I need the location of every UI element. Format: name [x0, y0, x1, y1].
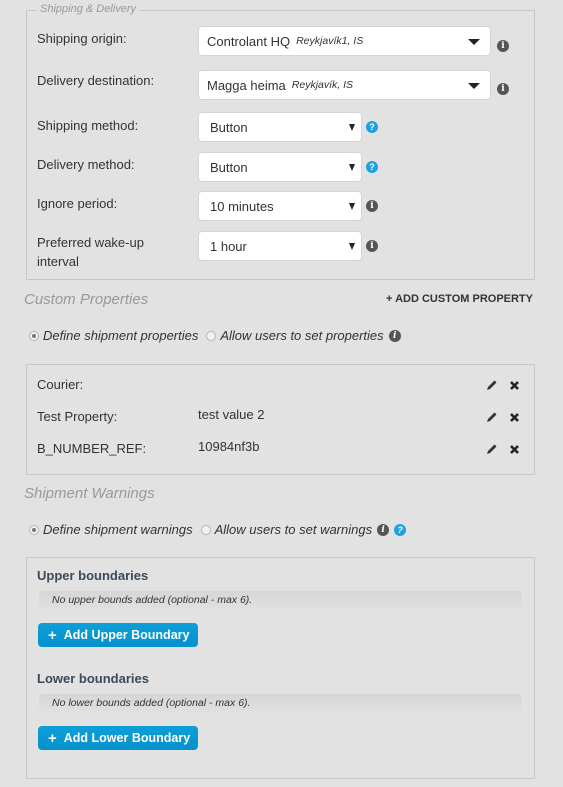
- pencil-icon[interactable]: [486, 379, 498, 391]
- define-properties-label[interactable]: Define shipment properties: [43, 328, 198, 343]
- chevron-down-icon: [349, 164, 355, 171]
- plus-icon: +: [48, 626, 57, 644]
- wakeup-interval-select[interactable]: 1 hour: [198, 231, 362, 261]
- allow-warnings-label[interactable]: Allow users to set warnings: [215, 522, 373, 537]
- info-icon[interactable]: i: [377, 523, 390, 536]
- chevron-down-icon: [349, 124, 355, 131]
- add-lower-boundary-button[interactable]: + Add Lower Boundary: [38, 726, 198, 750]
- delivery-destination-label: Delivery destination:: [37, 73, 155, 88]
- property-value: 10984nf3b: [198, 439, 260, 454]
- shipping-origin-select[interactable]: Controlant HQ Reykjavík1, IS: [198, 26, 491, 56]
- chevron-down-icon: [349, 203, 355, 210]
- info-icon[interactable]: i: [366, 200, 378, 212]
- delete-icon[interactable]: [509, 380, 520, 391]
- info-icon[interactable]: i: [497, 83, 509, 95]
- help-icon[interactable]: ?: [366, 161, 378, 173]
- delivery-destination-location: Reykjavík, IS: [291, 79, 354, 91]
- custom-properties-radio-group: Define shipment properties Allow users t…: [29, 328, 401, 343]
- shipment-warnings-title: Shipment Warnings: [24, 485, 155, 502]
- property-key: Courier:: [37, 377, 84, 392]
- upper-boundaries-title: Upper boundaries: [37, 568, 149, 583]
- allow-properties-label[interactable]: Allow users to set properties: [220, 328, 383, 343]
- allow-warnings-radio[interactable]: [200, 524, 211, 535]
- add-lower-boundary-label: Add Lower Boundary: [63, 731, 191, 745]
- property-key: Test Property:: [37, 409, 118, 424]
- shipping-method-select[interactable]: Button: [198, 112, 362, 142]
- define-warnings-label[interactable]: Define shipment warnings: [43, 522, 193, 537]
- shipping-delivery-legend: Shipping & Delivery: [37, 3, 139, 15]
- property-value: test value 2: [198, 407, 265, 422]
- shipping-origin-label: Shipping origin:: [37, 31, 127, 46]
- chevron-down-icon: [349, 243, 355, 250]
- lower-boundaries-title: Lower boundaries: [37, 671, 149, 686]
- lower-boundaries-empty: No lower bounds added (optional - max 6)…: [39, 694, 522, 712]
- help-icon[interactable]: ?: [366, 121, 378, 133]
- custom-properties-title: Custom Properties: [24, 291, 149, 308]
- wakeup-interval-label: Preferred wake-up interval: [37, 233, 144, 271]
- plus-icon: +: [48, 729, 57, 747]
- info-icon[interactable]: i: [388, 329, 401, 342]
- delivery-method-value: Button: [210, 159, 248, 175]
- upper-boundaries-empty: No upper bounds added (optional - max 6)…: [39, 591, 522, 609]
- wakeup-interval-value: 1 hour: [210, 238, 247, 254]
- wakeup-interval-label-line1: Preferred wake-up: [37, 235, 144, 250]
- pencil-icon[interactable]: [486, 411, 498, 423]
- add-upper-boundary-label: Add Upper Boundary: [63, 628, 190, 642]
- help-icon[interactable]: ?: [394, 523, 407, 536]
- delivery-method-label: Delivery method:: [37, 157, 135, 172]
- chevron-down-icon: [468, 83, 480, 89]
- define-warnings-radio[interactable]: [29, 524, 39, 535]
- shipping-method-label: Shipping method:: [37, 118, 139, 133]
- delete-icon[interactable]: [509, 444, 520, 455]
- ignore-period-value: 10 minutes: [210, 198, 274, 214]
- pencil-icon[interactable]: [486, 443, 498, 455]
- chevron-down-icon: [468, 39, 480, 45]
- delivery-method-select[interactable]: Button: [198, 152, 362, 182]
- shipping-origin-location: Reykjavík1, IS: [296, 35, 364, 47]
- shipment-warnings-radio-group: Define shipment warnings Allow users to …: [29, 522, 407, 537]
- delete-icon[interactable]: [509, 412, 520, 423]
- add-custom-property-link[interactable]: + ADD CUSTOM PROPERTY: [386, 293, 533, 305]
- shipping-origin-value: Controlant HQ: [207, 33, 291, 49]
- add-upper-boundary-button[interactable]: + Add Upper Boundary: [38, 623, 198, 647]
- delivery-destination-select[interactable]: Magga heima Reykjavík, IS: [198, 70, 491, 100]
- shipping-method-value: Button: [210, 119, 248, 135]
- ignore-period-label: Ignore period:: [37, 196, 118, 211]
- define-properties-radio[interactable]: [29, 330, 39, 341]
- wakeup-interval-label-line2: interval: [37, 254, 79, 269]
- allow-properties-radio[interactable]: [206, 330, 217, 341]
- delivery-destination-value: Magga heima: [207, 77, 286, 93]
- info-icon[interactable]: i: [497, 40, 509, 52]
- info-icon[interactable]: i: [366, 240, 378, 252]
- property-key: B_NUMBER_REF:: [37, 441, 147, 456]
- ignore-period-select[interactable]: 10 minutes: [198, 191, 362, 221]
